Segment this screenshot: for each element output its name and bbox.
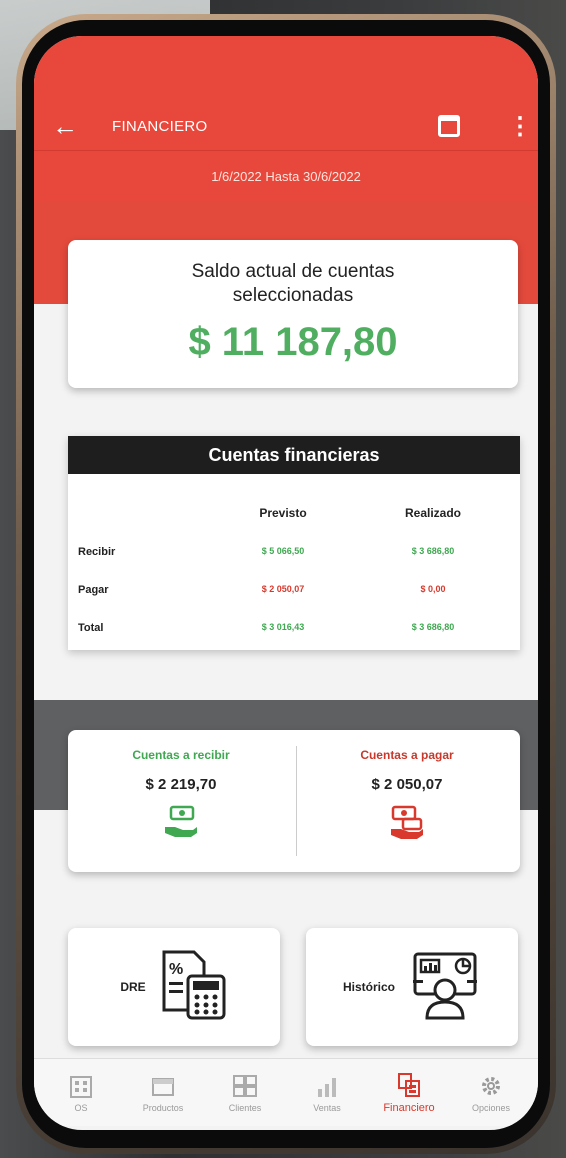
table-header-row: Previsto Realizado [78,506,508,520]
nav-label: OS [74,1102,88,1113]
row-previsto: $ 3 016,43 [261,622,305,632]
clients-icon [233,1074,257,1097]
analytics-user-icon [409,950,481,1025]
building-icon [70,1075,92,1098]
bar-chart-icon [318,1077,336,1097]
row-label: Pagar [78,584,109,596]
column-header-realizado: Realizado [404,506,461,520]
payable-section[interactable]: Cuentas a pagar $ 2 050,07 [294,748,520,839]
nav-item-opciones[interactable]: Opciones [451,1073,531,1113]
box-icon [152,1077,174,1096]
nav-item-os[interactable]: OS [41,1073,121,1113]
row-label: Recibir [78,546,116,558]
date-range[interactable]: 1/6/2022 Hasta 30/6/2022 [34,150,538,202]
app-screen: ← FINANCIERO ⋮ 1/6/2022 Hasta 30/6/2022 … [34,36,538,1130]
accounts-table-title: Cuentas financieras [68,436,520,474]
payable-title: Cuentas a pagar [360,748,454,762]
table-row: Pagar $ 2 050,07 $ 0,00 [78,584,508,596]
phone-bezel: ← FINANCIERO ⋮ 1/6/2022 Hasta 30/6/2022 … [22,20,550,1148]
money-receive-icon [161,805,201,839]
receivable-payable-card: Cuentas a recibir $ 2 219,70 Cuentas a p… [68,730,520,872]
column-header-previsto: Previsto [259,506,307,520]
dre-label: DRE [120,980,146,994]
row-previsto: $ 5 066,50 [261,546,305,556]
finance-icon [398,1072,420,1097]
nav-item-ventas[interactable]: Ventas [287,1073,367,1113]
row-realizado: $ 0,00 [420,584,446,594]
table-row: Recibir $ 5 066,50 $ 3 686,80 [78,546,508,558]
payable-amount: $ 2 050,07 [371,776,443,793]
calendar-icon[interactable] [438,115,460,137]
nav-item-productos[interactable]: Productos [123,1073,203,1113]
row-realizado: $ 3 686,80 [411,622,455,632]
back-arrow-icon[interactable]: ← [52,111,92,142]
svg-text:%: % [169,961,183,978]
page-title: FINANCIERO [112,117,208,135]
nav-label: Clientes [228,1102,262,1113]
receivable-title: Cuentas a recibir [132,748,230,762]
nav-item-clientes[interactable]: Clientes [205,1073,285,1113]
nav-label: Opciones [471,1102,511,1113]
row-realizado: $ 3 686,80 [411,546,455,556]
nav-label: Financiero [383,1101,435,1114]
receivable-section[interactable]: Cuentas a recibir $ 2 219,70 [68,748,294,839]
table-row: Total $ 3 016,43 $ 3 686,80 [78,622,508,634]
balance-label: Saldo actual de cuentas seleccionadas [191,261,395,306]
calculator-document-icon: % [160,950,228,1025]
historico-tile[interactable]: Histórico [306,928,518,1046]
balance-card: Saldo actual de cuentas seleccionadas $ … [68,240,518,388]
more-vert-icon[interactable]: ⋮ [508,112,532,141]
row-previsto: $ 2 050,07 [261,584,305,594]
receivable-amount: $ 2 219,70 [145,776,217,793]
nav-label: Productos [142,1102,184,1113]
phone-frame: ← FINANCIERO ⋮ 1/6/2022 Hasta 30/6/2022 … [16,14,556,1154]
dre-tile[interactable]: DRE % [68,928,280,1046]
balance-value: $ 11 187,80 [188,320,398,364]
money-pay-icon [387,805,427,839]
nav-label: Ventas [313,1102,341,1113]
historico-label: Histórico [342,980,395,994]
gear-icon [482,1076,500,1095]
app-bar: ← FINANCIERO ⋮ [34,98,538,154]
accounts-table-card: Cuentas financieras Previsto Realizado R… [68,436,520,650]
nav-item-financiero[interactable]: Financiero [369,1072,449,1114]
date-range-label: 1/6/2022 Hasta 30/6/2022 [211,169,361,184]
row-label: Total [78,622,104,634]
bottom-nav: OS Productos Clientes Ventas Financiero … [34,1058,538,1126]
